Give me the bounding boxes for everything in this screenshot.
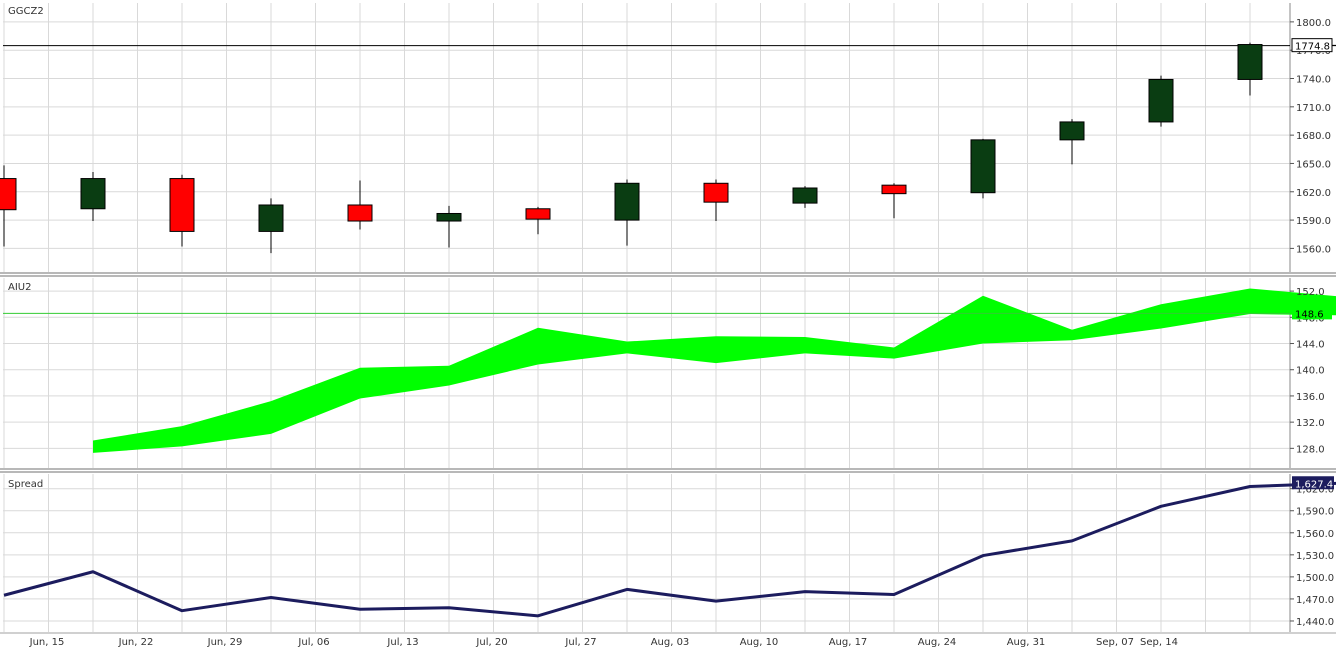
y-tick-label: 1,470.0 xyxy=(1296,595,1334,606)
band-layer xyxy=(3,288,1336,453)
candle-body xyxy=(0,178,17,211)
candle-body xyxy=(1059,121,1085,141)
y-tick-label: 128.0 xyxy=(1296,444,1325,455)
x-tick-label: Aug, 24 xyxy=(918,637,957,648)
candle-body xyxy=(614,182,640,221)
candle-body xyxy=(436,212,462,222)
x-tick-label: Sep, 14 xyxy=(1140,637,1178,648)
panel1-title: GGCZ2 xyxy=(8,6,44,17)
y-tick-label: 1620.0 xyxy=(1296,188,1331,199)
last-value-label-2: 148.6 xyxy=(1295,309,1324,320)
last-value-label-3: 1,627.4 xyxy=(1295,479,1333,490)
spread-line xyxy=(3,481,1336,618)
candle-body xyxy=(169,178,195,232)
x-tick-label: Jun, 22 xyxy=(118,637,154,648)
x-tick-label: Jun, 29 xyxy=(207,637,243,648)
y-tick-label: 136.0 xyxy=(1296,392,1325,403)
candle-body xyxy=(792,187,818,204)
x-tick-label: Jul, 13 xyxy=(386,637,418,648)
candle-body xyxy=(881,184,907,195)
chart-root: GGCZ2 AIU2 Spread 1800.01770.01740.01710… xyxy=(0,0,1336,662)
candle-body xyxy=(258,204,284,232)
x-tick-label: Aug, 17 xyxy=(829,637,868,648)
y-tick-label: 140.0 xyxy=(1296,366,1325,377)
x-tick-label: Aug, 03 xyxy=(651,637,690,648)
y-tick-label: 1590.0 xyxy=(1296,216,1331,227)
candle-body xyxy=(1148,78,1174,123)
y-tick-label: 1740.0 xyxy=(1296,75,1331,86)
x-tick-label: Jul, 27 xyxy=(564,637,596,648)
panel2-title: AIU2 xyxy=(8,282,31,293)
x-tick-label: Jun, 15 xyxy=(29,637,65,648)
y-tick-label: 1800.0 xyxy=(1296,18,1331,29)
candle-body xyxy=(80,178,106,210)
y-tick-label: 1,560.0 xyxy=(1296,529,1334,540)
spread-layer xyxy=(3,481,1336,618)
y-tick-label: 1710.0 xyxy=(1296,103,1331,114)
y-tick-label: 1680.0 xyxy=(1296,131,1331,142)
x-tick-label: Jul, 20 xyxy=(475,637,507,648)
x-axis-labels: Jun, 15 Jun, 22 Jun, 29 Jul, 06 Jul, 13 Jul, … xyxy=(29,637,1178,648)
y-tick-label: 1,500.0 xyxy=(1296,573,1334,584)
axis-layer: 1800.01770.01740.01710.01680.01650.01620… xyxy=(1290,18,1334,628)
y-tick-label: 152.0 xyxy=(1296,287,1325,298)
y-tick-label: 1,590.0 xyxy=(1296,507,1334,518)
y-tick-label: 144.0 xyxy=(1296,340,1325,351)
candle-body xyxy=(1237,44,1263,80)
y-tick-label: 1,530.0 xyxy=(1296,551,1334,562)
y-tick-label: 1650.0 xyxy=(1296,159,1331,170)
y-tick-label: 1560.0 xyxy=(1296,244,1331,255)
chart-svg: GGCZ2 AIU2 Spread 1800.01770.01740.01710… xyxy=(0,3,1336,648)
candle-body xyxy=(347,204,373,222)
y-tick-label: 132.0 xyxy=(1296,418,1325,429)
x-tick-label: Sep, 07 xyxy=(1096,637,1134,648)
x-tick-label: Aug, 31 xyxy=(1007,637,1046,648)
candle-body xyxy=(525,208,551,220)
candle-body xyxy=(970,139,996,194)
panel3-title: Spread xyxy=(8,479,43,490)
last-value-label-1: 1774.8 xyxy=(1295,42,1330,53)
candle-body xyxy=(703,182,729,203)
y-tick-label: 1,440.0 xyxy=(1296,617,1334,628)
x-tick-label: Aug, 10 xyxy=(740,637,779,648)
grid-layer xyxy=(3,3,1290,632)
x-tick-label: Jul, 06 xyxy=(297,637,329,648)
